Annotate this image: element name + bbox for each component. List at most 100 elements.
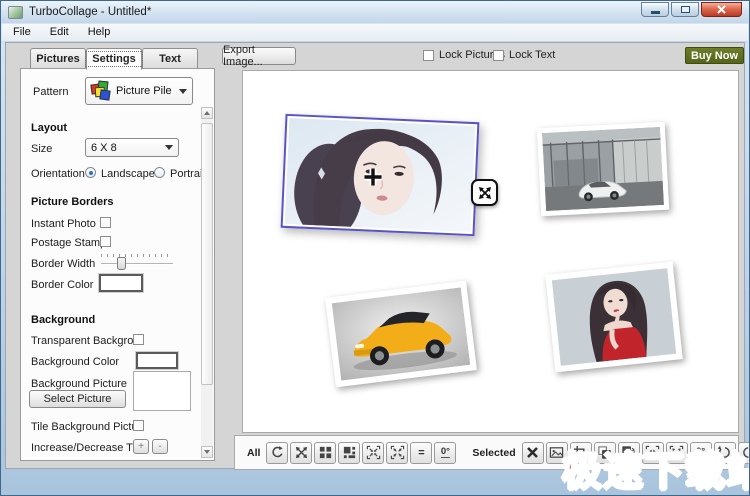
arrow-up-icon <box>204 111 210 115</box>
border-width-slider[interactable] <box>101 254 173 270</box>
lock-pictures-checkbox[interactable] <box>423 50 434 61</box>
equalize-button[interactable]: = <box>410 442 432 464</box>
site-watermark: 极速下载站 <box>562 439 750 496</box>
size-dropdown[interactable]: 6 X 8 <box>85 138 179 157</box>
menu-edit[interactable]: Edit <box>50 26 69 39</box>
reset-rotation-all-button[interactable]: 0° <box>434 442 456 464</box>
rotate-all-icon <box>270 445 285 460</box>
postage-stamp-label: Postage Stamp <box>31 237 106 249</box>
title-bar[interactable]: TurboCollage - Untitled* <box>1 1 749 23</box>
reset-rotation-icon: 0° <box>441 447 450 458</box>
collage-canvas[interactable] <box>242 70 739 433</box>
landscape-radio[interactable] <box>85 167 96 178</box>
portrait-radio[interactable] <box>154 167 165 178</box>
transparent-background-label: Transparent Backgrour <box>31 335 143 347</box>
transparent-background-checkbox[interactable] <box>133 334 144 345</box>
scroll-down-button[interactable] <box>201 446 213 458</box>
tile-background-checkbox[interactable] <box>133 420 144 431</box>
minimize-button[interactable] <box>641 2 669 17</box>
settings-panel: Pattern Picture Pile Layout Size 6 X 8 O… <box>20 68 215 461</box>
buy-now-button[interactable]: Buy Now <box>685 47 744 64</box>
tile-increase-button[interactable]: + <box>133 439 149 454</box>
move-resize-handle[interactable] <box>471 179 498 206</box>
lock-text-label: Lock Text <box>509 49 555 61</box>
fill-all-icon <box>390 445 405 460</box>
slider-thumb[interactable] <box>117 257 126 270</box>
menu-help[interactable]: Help <box>88 26 111 39</box>
picture-pile-icon <box>91 81 111 101</box>
picture-borders-heading: Picture Borders <box>31 196 114 208</box>
pattern-label: Pattern <box>33 86 68 98</box>
instant-photo-label: Instant Photo <box>31 218 96 230</box>
lock-text-checkbox[interactable] <box>493 50 504 61</box>
diagonal-arrows-icon <box>477 185 493 201</box>
chevron-down-icon <box>179 89 187 94</box>
tab-pictures[interactable]: Pictures <box>30 48 86 69</box>
scrollbar-thumb[interactable] <box>201 123 213 385</box>
delete-icon <box>526 446 539 459</box>
pattern-value: Picture Pile <box>116 85 172 97</box>
instant-photo-checkbox[interactable] <box>100 217 111 228</box>
export-image-button[interactable]: Export Image... <box>222 47 296 65</box>
yellow-suv-image <box>332 287 471 380</box>
showroom-image <box>542 127 664 211</box>
grid-equal-button[interactable] <box>314 442 336 464</box>
size-value: 6 X 8 <box>91 142 117 154</box>
border-width-label: Border Width <box>31 258 95 270</box>
fill-all-button[interactable] <box>386 442 408 464</box>
window-controls <box>641 2 742 17</box>
lock-text-control: Lock Text <box>493 49 555 61</box>
equalize-icon: = <box>418 447 424 459</box>
woman-red-dress-photo[interactable] <box>545 262 683 373</box>
increase-decrease-tile-label: Increase/Decrease Tile <box>31 442 144 454</box>
rotate-all-button[interactable] <box>266 442 288 464</box>
window-title: TurboCollage - Untitled* <box>29 6 151 18</box>
tile-background-label: Tile Background Pictur <box>31 421 141 433</box>
border-color-label: Border Color <box>31 279 93 291</box>
fit-all-button[interactable] <box>362 442 384 464</box>
slider-ticks <box>101 254 173 257</box>
close-icon <box>717 5 726 14</box>
select-picture-button[interactable]: Select Picture <box>29 390 126 408</box>
shuffle-pictures-icon <box>294 445 309 460</box>
maximize-button[interactable] <box>671 2 699 17</box>
app-icon <box>8 6 23 19</box>
arrow-down-icon <box>204 450 210 454</box>
layout-heading: Layout <box>31 122 67 134</box>
orientation-label: Orientation <box>31 168 85 180</box>
border-color-swatch[interactable] <box>99 274 143 292</box>
background-picture-label: Background Picture <box>31 378 127 390</box>
size-label: Size <box>31 143 52 155</box>
chevron-down-icon <box>165 145 173 150</box>
shuffle-pictures-button[interactable] <box>290 442 312 464</box>
menu-file[interactable]: File <box>13 26 31 39</box>
tab-settings[interactable]: Settings <box>86 48 142 70</box>
menu-bar: File Edit Help <box>2 24 748 42</box>
scroll-up-button[interactable] <box>201 107 213 119</box>
close-button[interactable] <box>701 2 742 17</box>
minimize-icon <box>651 11 660 14</box>
tab-text[interactable]: Text <box>142 48 198 69</box>
all-section-label: All <box>247 447 260 459</box>
background-color-swatch[interactable] <box>136 352 178 369</box>
panel-scrollbar[interactable] <box>201 107 213 458</box>
delete-selected-button[interactable] <box>522 442 544 464</box>
tile-decrease-button[interactable]: - <box>152 439 168 454</box>
background-picture-preview <box>133 371 191 411</box>
client-area: Pictures Settings Text Export Image... L… <box>5 42 745 469</box>
plus-cursor-icon <box>362 166 384 188</box>
slider-track <box>101 263 173 265</box>
background-heading: Background <box>31 314 95 326</box>
fit-all-icon <box>366 445 381 460</box>
yellow-suv-photo[interactable] <box>325 281 477 388</box>
app-window: TurboCollage - Untitled* File Edit Help … <box>0 0 750 496</box>
pattern-dropdown[interactable]: Picture Pile <box>85 77 193 105</box>
maximize-icon <box>681 6 690 13</box>
white-sports-car-showroom-photo[interactable] <box>537 122 669 217</box>
grid-equal-icon <box>318 445 333 460</box>
postage-stamp-checkbox[interactable] <box>100 236 111 247</box>
selected-section-label: Selected <box>472 447 515 459</box>
grid-mixed-button[interactable] <box>338 442 360 464</box>
red-dress-image <box>552 268 676 366</box>
landscape-label: Landscape <box>101 168 155 180</box>
